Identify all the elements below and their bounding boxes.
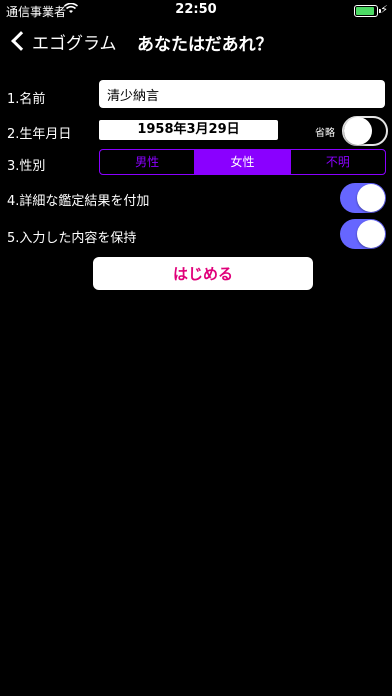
omit-birthday-toggle[interactable] bbox=[342, 116, 388, 146]
back-button-label: エゴグラム bbox=[32, 33, 117, 54]
birthday-label: 2.生年月日 bbox=[7, 127, 72, 142]
name-label: 1.名前 bbox=[7, 92, 46, 107]
omit-label: 省略 bbox=[315, 128, 335, 139]
status-bar: 通信事業者 22:50 ⚡ bbox=[0, 0, 392, 20]
gender-option-unknown[interactable]: 不明 bbox=[291, 150, 385, 174]
gender-label: 3.性別 bbox=[7, 159, 46, 174]
start-button[interactable]: はじめる bbox=[93, 257, 313, 290]
detail-result-label: 4.詳細な鑑定結果を付加 bbox=[7, 194, 150, 209]
birthday-date-field[interactable]: 1958年3月29日 bbox=[99, 120, 278, 140]
charging-bolt-icon: ⚡ bbox=[380, 3, 388, 16]
battery-icon bbox=[354, 5, 381, 17]
chevron-left-icon bbox=[11, 31, 31, 51]
gender-segmented-control: 男性 女性 不明 bbox=[99, 149, 386, 175]
keep-input-label: 5.入力した内容を保持 bbox=[7, 231, 137, 246]
navigation-bar: エゴグラム あなたはだあれ？ bbox=[0, 20, 392, 64]
keep-input-toggle[interactable] bbox=[340, 219, 386, 249]
back-button[interactable]: エゴグラム bbox=[8, 28, 117, 54]
detail-result-toggle[interactable] bbox=[340, 183, 386, 213]
gender-option-female[interactable]: 女性 bbox=[195, 150, 291, 174]
toggle-knob bbox=[344, 117, 372, 145]
gender-option-male[interactable]: 男性 bbox=[100, 150, 196, 174]
page-title: あなたはだあれ？ bbox=[137, 35, 273, 55]
status-time: 22:50 bbox=[175, 2, 217, 17]
name-input[interactable] bbox=[99, 80, 385, 108]
toggle-knob bbox=[357, 220, 385, 248]
toggle-knob bbox=[357, 184, 385, 212]
